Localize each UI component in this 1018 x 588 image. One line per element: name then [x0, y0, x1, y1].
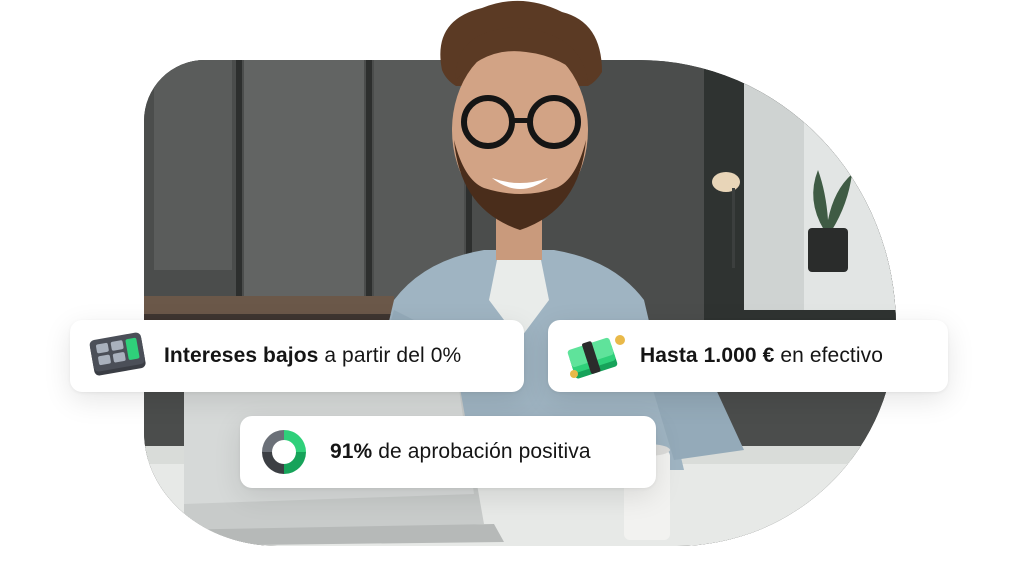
feature-interest-bold: Intereses bajos: [164, 344, 319, 367]
feature-approval-bold: 91%: [330, 440, 373, 463]
feature-approval-card: 91% de aprobación positiva: [240, 416, 656, 488]
feature-cash-text: en efectivo: [774, 344, 884, 367]
cash-stack-icon: [564, 330, 628, 382]
calculator-icon: [86, 332, 150, 380]
feature-approval-text: de aprobación positiva: [372, 440, 591, 463]
feature-interest-text: a partir del 0%: [318, 344, 462, 367]
approval-ring-icon: [256, 424, 312, 480]
feature-cash-bold: Hasta 1.000 €: [640, 344, 775, 367]
feature-cash-card: Hasta 1.000 € en efectivo: [548, 320, 948, 392]
feature-interest-card: Intereses bajos a partir del 0%: [70, 320, 524, 392]
person-head: [440, 0, 602, 230]
